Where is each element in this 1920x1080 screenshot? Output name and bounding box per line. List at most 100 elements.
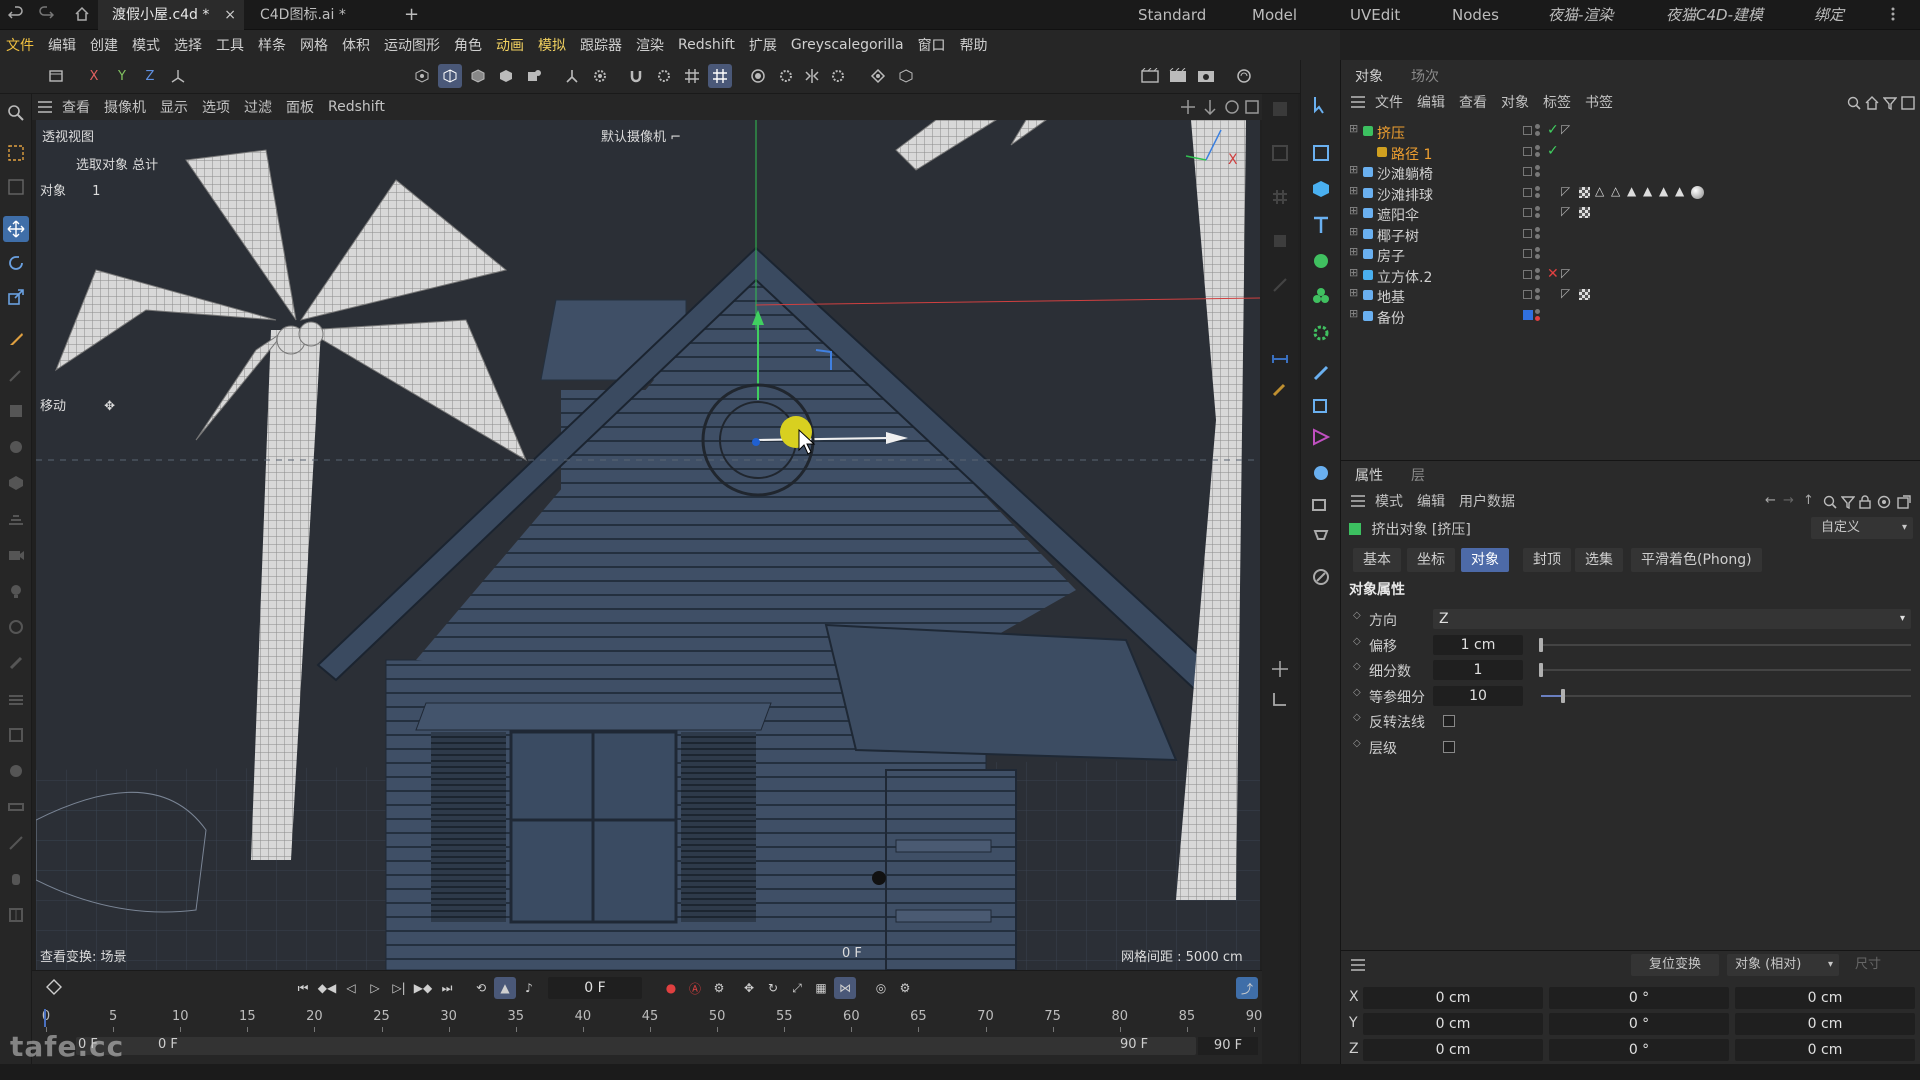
lock-icon[interactable] <box>1859 495 1871 509</box>
visibility-dots-icon[interactable] <box>1535 165 1541 179</box>
layout-rigging[interactable]: 绑定 <box>1814 0 1844 30</box>
points-mode-icon[interactable] <box>410 64 434 88</box>
light-object-icon[interactable] <box>1306 522 1336 552</box>
search-icon[interactable] <box>3 100 29 126</box>
expand-toggle-icon[interactable]: ⊞ <box>1349 307 1358 320</box>
slider-handle[interactable] <box>1561 688 1565 703</box>
selection-tag-icon[interactable]: ▲ <box>1643 184 1652 198</box>
brush-tool-icon[interactable] <box>1306 562 1336 592</box>
redshift-ipr-icon[interactable] <box>1232 64 1256 88</box>
light-icon[interactable] <box>3 578 29 604</box>
object-name[interactable]: 房子 <box>1377 246 1405 266</box>
object-list-item[interactable]: ⊞ 备份 <box>1341 307 1920 327</box>
snap-settings-gear-icon[interactable] <box>652 64 676 88</box>
text-tool-icon[interactable] <box>1306 210 1336 240</box>
layout-uvedit[interactable]: UVEdit <box>1350 0 1400 30</box>
menu-file[interactable]: 文件 <box>6 35 34 55</box>
undo-icon[interactable] <box>8 6 24 22</box>
visibility-dots-icon[interactable] <box>1535 206 1541 220</box>
layout-standard[interactable]: Standard <box>1138 0 1206 30</box>
menu-tools[interactable]: 工具 <box>216 35 244 55</box>
selection-tag-icon[interactable]: ▲ <box>1627 184 1636 198</box>
knife-side-icon[interactable] <box>1265 270 1295 300</box>
redo-icon[interactable] <box>38 6 54 22</box>
cube-icon[interactable] <box>1306 138 1336 168</box>
material-tag-icon[interactable] <box>1579 186 1590 198</box>
object-list-item[interactable]: ⊞ 挤压 ✓ ◸ <box>1341 122 1920 142</box>
layer-toggle-icon[interactable] <box>1523 167 1532 176</box>
viewport-menu-view[interactable]: 查看 <box>62 97 90 117</box>
spark-icon[interactable] <box>1265 654 1295 684</box>
selection-tag-icon[interactable]: △ <box>1595 184 1604 198</box>
menu-volume[interactable]: 体积 <box>342 35 370 55</box>
rotate-tool-icon[interactable] <box>3 250 29 276</box>
zoom-view-icon[interactable] <box>1202 99 1218 115</box>
material-icon[interactable] <box>3 614 29 640</box>
expand-toggle-icon[interactable]: ⊞ <box>1349 286 1358 299</box>
attribute-subtab[interactable]: 对象 <box>1461 548 1509 572</box>
expand-toggle-icon[interactable]: ⊞ <box>1349 184 1358 197</box>
transfer-icon[interactable] <box>1265 684 1295 714</box>
attribute-subtab[interactable]: 封顶 <box>1523 548 1571 572</box>
viewport-menu-filter[interactable]: 过滤 <box>244 97 272 117</box>
live-selection-icon[interactable] <box>3 140 29 166</box>
material-tag-icon[interactable] <box>1579 289 1590 300</box>
camera-link-icon[interactable]: ⌐ <box>670 130 681 145</box>
forward-arrow-icon[interactable]: → <box>1783 493 1794 508</box>
hamburger-menu-icon[interactable] <box>38 101 52 113</box>
om-menu-view[interactable]: 查看 <box>1459 92 1487 112</box>
om-menu-bookmarks[interactable]: 书签 <box>1585 92 1613 112</box>
animate-diamond-icon[interactable]: ◇ <box>1353 712 1361 723</box>
floor-icon[interactable] <box>3 506 29 532</box>
object-list-item[interactable]: ⊞ 椰子树 <box>1341 225 1920 245</box>
slider-track[interactable] <box>1541 694 1911 697</box>
object-name[interactable]: 沙滩躺椅 <box>1377 164 1433 184</box>
more-menu-icon[interactable] <box>1890 6 1896 22</box>
model-mode-icon[interactable] <box>438 64 462 88</box>
settings-gear-icon[interactable] <box>588 64 612 88</box>
layer-toggle-icon[interactable] <box>1523 290 1532 299</box>
visibility-dots-icon[interactable] <box>1535 185 1541 200</box>
timeline-ruler[interactable]: 0 5 10 15 20 25 30 35 40 45 50 55 60 65 70 75 80 85 90 <box>32 971 1262 1032</box>
animate-diamond-icon[interactable]: ◇ <box>1353 687 1361 698</box>
maximize-view-icon[interactable] <box>1244 99 1260 115</box>
grid-icon[interactable] <box>1265 182 1295 212</box>
attribute-subtab[interactable]: 平滑着色(Phong) <box>1631 548 1762 572</box>
material-ball-icon[interactable] <box>1691 185 1704 199</box>
measure-icon[interactable] <box>1265 344 1295 374</box>
visibility-dots-icon[interactable] <box>1535 124 1541 138</box>
selection-tag-icon[interactable]: △ <box>1611 184 1620 198</box>
expand-icon[interactable] <box>1901 96 1915 110</box>
layer-toggle-icon[interactable] <box>1523 146 1532 156</box>
edges-mode-icon[interactable] <box>466 64 490 88</box>
back-arrow-icon[interactable]: ← <box>1765 493 1776 508</box>
expand-toggle-icon[interactable]: ⊞ <box>1349 266 1358 279</box>
home-icon[interactable] <box>1865 96 1879 110</box>
up-arrow-icon[interactable]: ↑ <box>1803 493 1814 508</box>
pen-tool-icon[interactable] <box>3 326 29 352</box>
viewport-menu-panel[interactable]: 面板 <box>286 97 314 117</box>
knife-icon[interactable] <box>3 830 29 856</box>
layout-model[interactable]: Model <box>1252 0 1297 30</box>
om-menu-object[interactable]: 对象 <box>1501 92 1529 112</box>
animate-diamond-icon[interactable]: ◇ <box>1353 738 1361 749</box>
hand-icon[interactable] <box>3 866 29 892</box>
animate-diamond-icon[interactable]: ◇ <box>1353 661 1361 672</box>
attribute-subtab[interactable]: 选集 <box>1575 548 1623 572</box>
object-name[interactable]: 挤压 <box>1377 123 1405 143</box>
spline-icon[interactable] <box>1306 390 1336 420</box>
workplane-snap-icon[interactable] <box>708 64 732 88</box>
box-selection-icon[interactable] <box>3 174 29 200</box>
add-tab-button[interactable]: + <box>390 0 433 30</box>
locked-workplane-icon[interactable] <box>894 64 918 88</box>
coordinate-mode-dropdown[interactable]: 对象 (相对) ▾ <box>1727 954 1839 976</box>
preset-dropdown[interactable]: 自定义 ▾ <box>1811 517 1913 539</box>
phong-tag-icon[interactable]: ◸ <box>1561 266 1570 280</box>
expand-toggle-icon[interactable]: ⊞ <box>1349 163 1358 176</box>
range-start-preview[interactable]: 0 F <box>158 1037 178 1052</box>
menu-character[interactable]: 角色 <box>454 35 482 55</box>
menu-create[interactable]: 创建 <box>90 35 118 55</box>
cursor-select-icon[interactable] <box>1306 90 1336 120</box>
material-tag-icon[interactable] <box>1579 207 1590 218</box>
attribute-subtab[interactable]: 基本 <box>1353 548 1401 572</box>
